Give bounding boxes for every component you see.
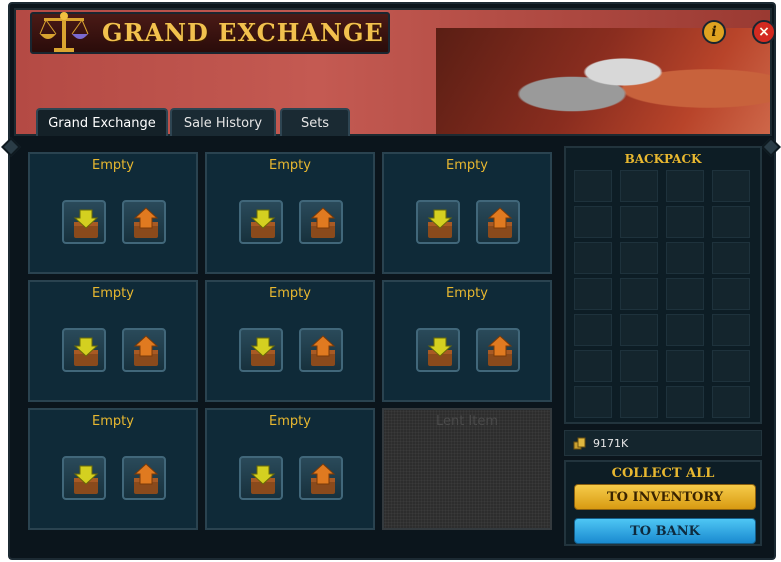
slot-status: Empty bbox=[92, 286, 134, 301]
sell-icon bbox=[487, 335, 513, 366]
buy-button[interactable] bbox=[62, 456, 106, 500]
backpack-slot[interactable] bbox=[712, 278, 750, 310]
backpack-slot[interactable] bbox=[712, 350, 750, 382]
backpack-slot[interactable] bbox=[574, 170, 612, 202]
sell-icon bbox=[310, 463, 336, 494]
exchange-slot: Empty bbox=[28, 280, 198, 402]
backpack-slot[interactable] bbox=[666, 350, 704, 382]
backpack-slot[interactable] bbox=[620, 206, 658, 238]
backpack-slot[interactable] bbox=[666, 170, 704, 202]
buy-button[interactable] bbox=[416, 328, 460, 372]
backpack-slot[interactable] bbox=[574, 278, 612, 310]
lent-item-label: Lent Item bbox=[435, 414, 499, 429]
buy-icon bbox=[250, 337, 276, 366]
to-bank-button[interactable]: TO BANK bbox=[574, 518, 756, 544]
backpack-slot[interactable] bbox=[712, 242, 750, 274]
buy-button[interactable] bbox=[239, 200, 283, 244]
coin-amount: 9171K bbox=[593, 437, 629, 450]
backpack-slot[interactable] bbox=[620, 350, 658, 382]
tab-sale-history[interactable]: Sale History bbox=[170, 108, 276, 136]
to-inventory-button[interactable]: TO INVENTORY bbox=[574, 484, 756, 510]
slot-status: Empty bbox=[269, 414, 311, 429]
exchange-slot: Empty bbox=[205, 152, 375, 274]
exchange-slot: Empty bbox=[382, 280, 552, 402]
slot-status: Empty bbox=[446, 158, 488, 173]
exchange-slot: Empty bbox=[28, 408, 198, 530]
sell-button[interactable] bbox=[299, 200, 343, 244]
backpack-slot[interactable] bbox=[574, 242, 612, 274]
sell-button[interactable] bbox=[122, 328, 166, 372]
backpack-slot[interactable] bbox=[666, 386, 704, 418]
backpack-slot[interactable] bbox=[712, 386, 750, 418]
sell-icon bbox=[487, 207, 513, 238]
sell-button[interactable] bbox=[299, 328, 343, 372]
buy-button[interactable] bbox=[239, 456, 283, 500]
tab-sets[interactable]: Sets bbox=[280, 108, 350, 136]
backpack-slot[interactable] bbox=[620, 170, 658, 202]
sell-button[interactable] bbox=[476, 200, 520, 244]
coin-pouch: 9171K bbox=[564, 430, 762, 456]
buy-button[interactable] bbox=[62, 328, 106, 372]
backpack-slot[interactable] bbox=[574, 386, 612, 418]
exchange-slot: Empty bbox=[205, 280, 375, 402]
buy-button[interactable] bbox=[416, 200, 460, 244]
armor-artwork bbox=[436, 28, 770, 134]
backpack-slot[interactable] bbox=[574, 314, 612, 346]
buy-icon bbox=[427, 209, 453, 238]
slot-status: Empty bbox=[269, 158, 311, 173]
backpack-slot[interactable] bbox=[712, 314, 750, 346]
exchange-slots-panel: Empty Empty Empty Empty Empty Empty Empt… bbox=[22, 146, 558, 536]
backpack-panel: BACKPACK bbox=[564, 146, 762, 424]
sell-button[interactable] bbox=[122, 200, 166, 244]
coins-icon bbox=[573, 437, 586, 450]
sell-icon bbox=[310, 207, 336, 238]
sell-icon bbox=[133, 335, 159, 366]
collect-all-title: COLLECT ALL bbox=[611, 466, 715, 481]
buy-button[interactable] bbox=[62, 200, 106, 244]
window-title: GRAND EXCHANGE bbox=[102, 18, 384, 47]
backpack-slot[interactable] bbox=[666, 278, 704, 310]
slot-status: Empty bbox=[269, 286, 311, 301]
backpack-slot[interactable] bbox=[620, 242, 658, 274]
buy-button[interactable] bbox=[239, 328, 283, 372]
backpack-slot[interactable] bbox=[620, 386, 658, 418]
backpack-slot[interactable] bbox=[574, 350, 612, 382]
backpack-slot[interactable] bbox=[666, 242, 704, 274]
exchange-slot: Empty bbox=[205, 408, 375, 530]
backpack-slot[interactable] bbox=[666, 206, 704, 238]
sell-button[interactable] bbox=[122, 456, 166, 500]
backpack-slot[interactable] bbox=[574, 206, 612, 238]
sell-icon bbox=[133, 207, 159, 238]
buy-icon bbox=[73, 465, 99, 494]
sell-button[interactable] bbox=[299, 456, 343, 500]
slot-status: Empty bbox=[92, 414, 134, 429]
sell-icon bbox=[310, 335, 336, 366]
tab-grand-exchange[interactable]: Grand Exchange bbox=[36, 108, 168, 136]
scales-icon bbox=[39, 12, 89, 52]
backpack-slot[interactable] bbox=[712, 206, 750, 238]
exchange-slot: Empty bbox=[382, 152, 552, 274]
sell-icon bbox=[133, 463, 159, 494]
backpack-title: BACKPACK bbox=[624, 152, 702, 166]
backpack-slot[interactable] bbox=[620, 314, 658, 346]
backpack-slot[interactable] bbox=[666, 314, 704, 346]
buy-icon bbox=[250, 209, 276, 238]
backpack-slot[interactable] bbox=[620, 278, 658, 310]
buy-icon bbox=[250, 465, 276, 494]
lent-item-slot: Lent Item bbox=[382, 408, 552, 530]
info-button[interactable]: i bbox=[702, 20, 726, 44]
exchange-slot: Empty bbox=[28, 152, 198, 274]
slot-status: Empty bbox=[92, 158, 134, 173]
close-button[interactable]: × bbox=[752, 20, 776, 44]
buy-icon bbox=[427, 337, 453, 366]
backpack-slot[interactable] bbox=[712, 170, 750, 202]
slot-status: Empty bbox=[446, 286, 488, 301]
buy-icon bbox=[73, 209, 99, 238]
collect-all-panel: COLLECT ALL TO INVENTORY TO BANK bbox=[564, 460, 762, 546]
buy-icon bbox=[73, 337, 99, 366]
sell-button[interactable] bbox=[476, 328, 520, 372]
